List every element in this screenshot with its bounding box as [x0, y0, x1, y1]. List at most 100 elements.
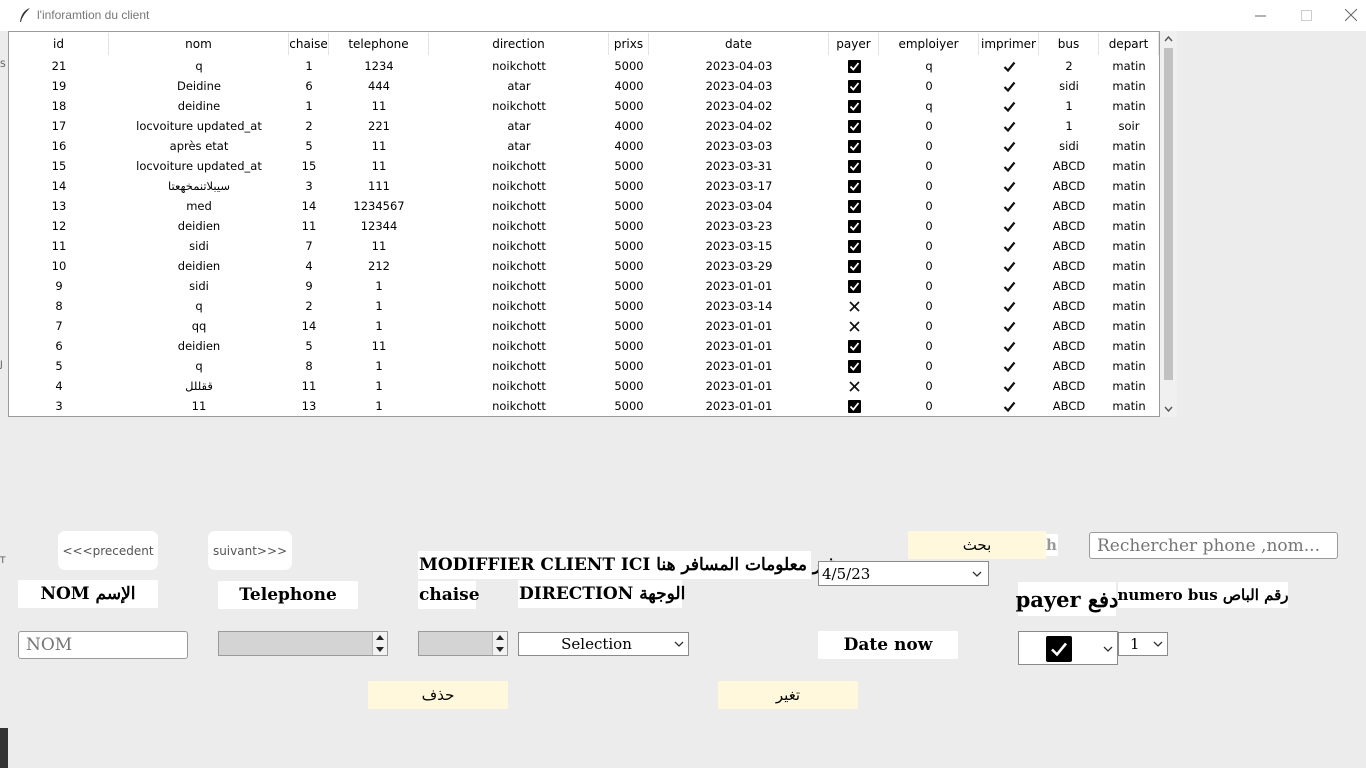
- cell-direction: noikchott: [492, 59, 546, 73]
- clients-table[interactable]: id nom chaise telephone direction prixs date pa…: [8, 31, 1160, 417]
- date-select[interactable]: 4/5/23: [818, 561, 989, 586]
- cell-prixs: 5000: [614, 379, 644, 393]
- table-row[interactable]: 19 Deidine 6 444 atar 4000 2023-04-03 0 sidi mati…: [9, 76, 1159, 96]
- column-header-imprimer[interactable]: imprimer: [979, 33, 1039, 55]
- checkmark-icon: [979, 156, 1039, 176]
- column-header-employer[interactable]: emploiyer: [879, 33, 979, 55]
- cell-depart: matin: [1112, 339, 1146, 353]
- column-header-direction[interactable]: direction: [429, 33, 609, 55]
- cell-date: 2023-04-02: [705, 99, 773, 113]
- scroll-down-icon[interactable]: [1160, 401, 1177, 417]
- column-header-prixs[interactable]: prixs: [609, 33, 649, 55]
- column-header-depart[interactable]: depart: [1099, 33, 1159, 55]
- chaise-spinbox[interactable]: [418, 631, 508, 656]
- table-row[interactable]: 6 deidien 5 11 noikchott 5000 2023-01-01 0 ABCD m…: [9, 336, 1159, 356]
- cell-date: 2023-03-31: [705, 159, 773, 173]
- maximize-icon[interactable]: [1283, 0, 1329, 30]
- cell-telephone: 12344: [360, 219, 398, 233]
- cell-depart: matin: [1112, 299, 1146, 313]
- column-header-payer[interactable]: payer: [829, 33, 879, 55]
- search-input[interactable]: [1089, 532, 1338, 559]
- table-row[interactable]: 11 sidi 7 11 noikchott 5000 2023-03-15 0 ABCD mat…: [9, 236, 1159, 256]
- search-button[interactable]: بحث: [908, 531, 1046, 559]
- table-row[interactable]: 5 q 8 1 noikchott 5000 2023-01-01 0 ABCD matin: [9, 356, 1159, 376]
- checked-box-icon: [829, 196, 879, 216]
- direction-select[interactable]: Selection: [518, 632, 689, 656]
- cell-chaise: 13: [301, 399, 317, 413]
- cell-chaise: 11: [301, 219, 317, 233]
- table-row[interactable]: 12 deidien 11 12344 noikchott 5000 2023-03-23 0…: [9, 216, 1159, 236]
- table-scrollbar[interactable]: [1160, 31, 1177, 417]
- taskbar-edge: [0, 728, 8, 768]
- table-row[interactable]: 4 ققللل 11 1 noikchott 5000 2023-01-01 0 ABCD mat…: [9, 376, 1159, 396]
- column-header-date[interactable]: date: [649, 33, 829, 55]
- column-header-nom[interactable]: nom: [109, 33, 289, 55]
- spin-down-icon[interactable]: [376, 647, 384, 652]
- cell-id: 15: [51, 159, 67, 173]
- cell-chaise: 5: [305, 339, 313, 353]
- cell-id: 14: [51, 179, 67, 193]
- table-row[interactable]: 13 med 14 1234567 noikchott 5000 2023-03-04 0 AB…: [9, 196, 1159, 216]
- cell-id: 18: [51, 99, 67, 113]
- cell-telephone: 1234: [364, 59, 394, 73]
- cell-telephone: 111: [368, 179, 390, 193]
- cell-id: 10: [51, 259, 67, 273]
- cell-prixs: 5000: [614, 359, 644, 373]
- cell-telephone: 444: [368, 79, 390, 93]
- column-header-chaise[interactable]: chaise: [289, 33, 329, 55]
- cell-prixs: 5000: [614, 199, 644, 213]
- scroll-up-icon[interactable]: [1160, 31, 1177, 47]
- update-button[interactable]: تغير: [718, 681, 858, 709]
- table-row[interactable]: 3 11 13 1 noikchott 5000 2023-01-01 0 ABCD matin: [9, 396, 1159, 416]
- cell-employer: 0: [925, 299, 933, 313]
- minimize-icon[interactable]: [1237, 0, 1283, 30]
- table-row[interactable]: 7 qq 14 1 noikchott 5000 2023-01-01 0 ABCD matin: [9, 316, 1159, 336]
- cell-date: 2023-03-23: [705, 219, 773, 233]
- table-row[interactable]: 18 deidine 1 11 noikchott 5000 2023-04-02 q 1 mat…: [9, 96, 1159, 116]
- table-row[interactable]: 16 après etat 5 11 atar 4000 2023-03-03 0 sidi ma…: [9, 136, 1159, 156]
- cell-bus: ABCD: [1052, 159, 1086, 173]
- column-header-bus[interactable]: bus: [1039, 33, 1099, 55]
- spin-up-icon[interactable]: [496, 635, 504, 640]
- cell-bus: ABCD: [1052, 399, 1086, 413]
- cell-id: 16: [51, 139, 67, 153]
- cell-depart: matin: [1112, 59, 1146, 73]
- chevron-down-icon: [674, 641, 684, 647]
- cell-chaise: 15: [301, 159, 317, 173]
- previous-button[interactable]: <<<precedent: [58, 531, 158, 570]
- cell-chaise: 8: [305, 359, 313, 373]
- table-row[interactable]: 10 deidien 4 212 noikchott 5000 2023-03-29 0 ABC…: [9, 256, 1159, 276]
- table-row[interactable]: 17 locvoiture updated_at 2 221 atar 4000 2023-…: [9, 116, 1159, 136]
- scrollbar-thumb[interactable]: [1164, 48, 1173, 380]
- delete-button[interactable]: حذف: [368, 681, 508, 709]
- cell-depart: matin: [1112, 279, 1146, 293]
- close-icon[interactable]: [1328, 0, 1366, 30]
- checked-box-icon: [829, 96, 879, 116]
- cell-prixs: 4000: [614, 139, 644, 153]
- table-row[interactable]: 9 sidi 9 1 noikchott 5000 2023-01-01 0 ABCD matin: [9, 276, 1159, 296]
- table-row[interactable]: 14 سيبلاتنمخهعتا 3 111 noikchott 5000 2023-03-…: [9, 176, 1159, 196]
- spin-down-icon[interactable]: [496, 647, 504, 652]
- column-header-telephone[interactable]: telephone: [329, 33, 429, 55]
- checkmark-icon: [979, 336, 1039, 356]
- bus-label: numero bus رقم الباص: [1118, 582, 1289, 608]
- bus-select[interactable]: 1: [1118, 632, 1168, 656]
- column-header-id[interactable]: id: [9, 33, 109, 55]
- nom-input[interactable]: [18, 631, 188, 659]
- table-row[interactable]: 8 q 2 1 noikchott 5000 2023-03-14 0 ABCD matin: [9, 296, 1159, 316]
- cell-date: 2023-04-03: [705, 59, 773, 73]
- table-row[interactable]: 21 q 1 1234 noikchott 5000 2023-04-03 q 2 matin: [9, 56, 1159, 76]
- telephone-spin-buttons[interactable]: [372, 632, 387, 655]
- payer-select[interactable]: [1018, 631, 1118, 665]
- cell-bus: 2: [1065, 59, 1073, 73]
- next-button[interactable]: suivant>>>: [208, 531, 292, 570]
- chaise-spin-buttons[interactable]: [492, 632, 507, 655]
- telephone-spinbox[interactable]: [218, 631, 388, 656]
- cell-prixs: 5000: [614, 239, 644, 253]
- cell-direction: atar: [507, 79, 531, 93]
- table-row[interactable]: 15 locvoiture updated_at 15 11 noikchott 5000…: [9, 156, 1159, 176]
- cell-nom: sidi: [189, 279, 209, 293]
- direction-label: DIRECTION الوجهة: [518, 580, 685, 608]
- cell-id: 4: [55, 379, 63, 393]
- spin-up-icon[interactable]: [376, 635, 384, 640]
